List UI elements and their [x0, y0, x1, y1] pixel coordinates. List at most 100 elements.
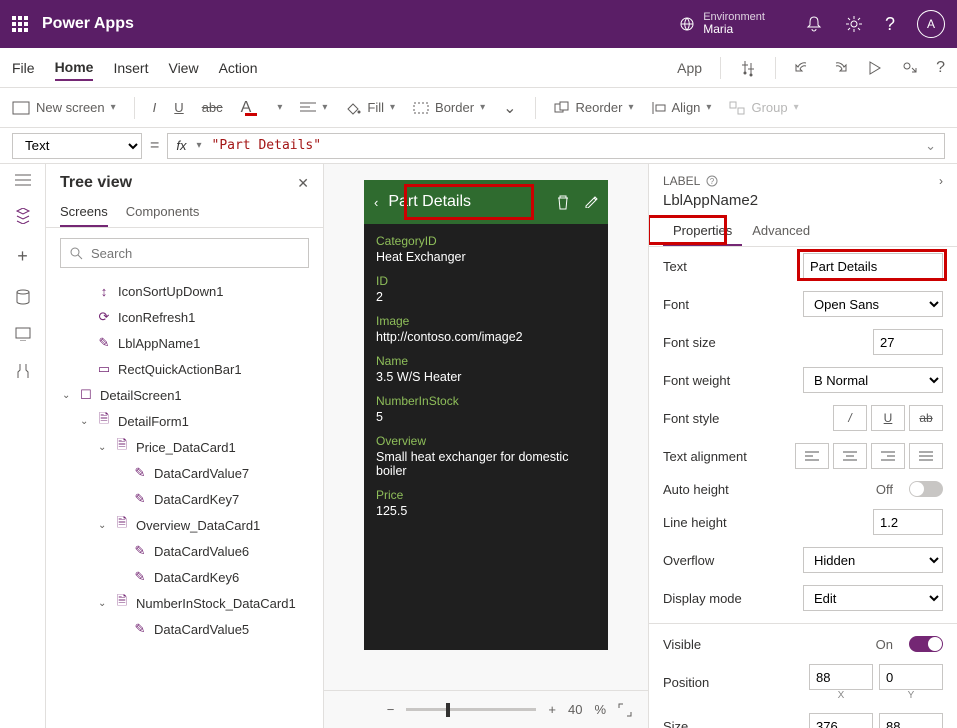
prop-size-h[interactable] [879, 713, 943, 728]
help-icon-2[interactable]: ? [936, 59, 945, 77]
prop-position-y[interactable] [879, 664, 943, 690]
waffle-icon[interactable] [12, 16, 28, 32]
prop-overflow-select[interactable]: Hidden [803, 547, 943, 573]
prop-font-select[interactable]: Open Sans [803, 291, 943, 317]
prop-fontsize-input[interactable] [873, 329, 943, 355]
tree-node[interactable]: ⌄🗎DetailForm1 [52, 408, 317, 434]
search-icon [69, 246, 83, 260]
environment-picker[interactable]: EnvironmentMaria [679, 11, 765, 36]
prop-visible-toggle[interactable] [909, 636, 943, 652]
tree-node[interactable]: ✎DataCardValue5 [52, 616, 317, 642]
control-name: LblAppName2 [649, 192, 957, 217]
prop-lineheight-input[interactable] [873, 509, 943, 535]
tree-node[interactable]: ↕IconSortUpDown1 [52, 278, 317, 304]
tree-node[interactable]: ✎LblAppName1 [52, 330, 317, 356]
bell-icon[interactable] [805, 15, 823, 33]
back-icon[interactable]: ‹ [374, 195, 378, 210]
expand-formula-icon[interactable]: ⌄ [925, 138, 936, 154]
tree-node[interactable]: ✎DataCardValue6 [52, 538, 317, 564]
search-input[interactable] [60, 238, 309, 268]
menu-app[interactable]: App [677, 60, 702, 76]
prop-size-w[interactable] [809, 713, 873, 728]
strike-button[interactable]: abc [202, 100, 223, 115]
prop-fontweight-label: Font weight [663, 373, 793, 388]
field-value: Small heat exchanger for domestic boiler [376, 450, 596, 478]
avatar[interactable]: A [917, 10, 945, 38]
field-key: CategoryID [376, 234, 596, 248]
style-underline[interactable]: U [871, 405, 905, 431]
group-button[interactable]: Group▾ [729, 100, 798, 115]
share-icon[interactable] [900, 59, 918, 77]
fill-button[interactable]: Fill▾ [345, 100, 395, 115]
prop-autoheight-toggle[interactable] [909, 481, 943, 497]
align-center[interactable] [833, 443, 867, 469]
prop-display-select[interactable]: Edit [803, 585, 943, 611]
tree-node[interactable]: ⌄🗎NumberInStock_DataCard1 [52, 590, 317, 616]
tab-screens[interactable]: Screens [60, 198, 108, 227]
underline-button[interactable]: U [174, 100, 183, 115]
prop-text-input[interactable] [803, 253, 943, 279]
tab-properties[interactable]: Properties [663, 217, 742, 246]
play-icon[interactable] [866, 60, 882, 76]
prop-fontweight-select[interactable]: B Normal [803, 367, 943, 393]
preview-phone[interactable]: ‹ Part Details CategoryIDHeat ExchangerI… [364, 180, 608, 650]
prop-position-x[interactable] [809, 664, 873, 690]
app-header: Power Apps EnvironmentMaria ? A [0, 0, 957, 48]
menu-home[interactable]: Home [55, 55, 94, 81]
align-button[interactable]: ▾ [300, 102, 327, 114]
overflow-button[interactable]: ⌄ [503, 98, 516, 118]
align-right[interactable] [871, 443, 905, 469]
fit-icon[interactable] [618, 703, 632, 717]
tab-components[interactable]: Components [126, 198, 200, 227]
align-left[interactable] [795, 443, 829, 469]
gear-icon[interactable] [845, 15, 863, 33]
undo-icon[interactable] [794, 59, 812, 77]
tree-node[interactable]: ▭RectQuickActionBar1 [52, 356, 317, 382]
new-screen-button[interactable]: New screen▾ [12, 100, 116, 115]
style-strike[interactable]: ab [909, 405, 943, 431]
italic-button[interactable]: I [153, 100, 157, 115]
media-icon[interactable] [15, 327, 31, 341]
field-key: Price [376, 488, 596, 502]
menu-action[interactable]: Action [219, 56, 258, 80]
tree-node[interactable]: ⌄🗎Price_DataCard1 [52, 434, 317, 460]
tab-advanced[interactable]: Advanced [742, 217, 820, 246]
align-group-button[interactable]: Align▾ [652, 100, 712, 115]
tree-icon[interactable] [15, 208, 31, 224]
menu-view[interactable]: View [168, 56, 198, 80]
zoom-slider[interactable] [406, 708, 536, 711]
style-italic[interactable]: / [833, 405, 867, 431]
tree-node[interactable]: ⌄🗎Overview_DataCard1 [52, 512, 317, 538]
hamburger-icon[interactable] [15, 174, 31, 186]
info-icon[interactable]: ? [706, 175, 718, 187]
chevron-right-icon[interactable]: › [939, 174, 943, 188]
align-justify[interactable] [909, 443, 943, 469]
field-value: 3.5 W/S Heater [376, 370, 596, 384]
property-selector[interactable]: Text [12, 133, 142, 159]
data-icon[interactable] [16, 289, 30, 305]
tree-node[interactable]: ✎DataCardValue7 [52, 460, 317, 486]
help-icon[interactable]: ? [885, 14, 895, 35]
prop-font-label: Font [663, 297, 793, 312]
add-icon[interactable]: + [17, 246, 28, 267]
close-icon[interactable]: ✕ [297, 175, 309, 192]
tree-node[interactable]: ✎DataCardKey7 [52, 486, 317, 512]
menu-file[interactable]: File [12, 56, 35, 80]
tree-node[interactable]: ✎DataCardKey6 [52, 564, 317, 590]
checker-icon[interactable] [739, 59, 757, 77]
edit-icon[interactable] [584, 194, 598, 208]
tools-icon[interactable] [16, 363, 30, 379]
zoom-out-icon[interactable]: − [387, 702, 395, 717]
menu-insert[interactable]: Insert [113, 56, 148, 80]
border-button[interactable]: Border▾ [413, 100, 485, 115]
zoom-in-icon[interactable]: + [548, 702, 556, 717]
field-key: ID [376, 274, 596, 288]
tree-node[interactable]: ⌄☐DetailScreen1 [52, 382, 317, 408]
redo-icon[interactable] [830, 59, 848, 77]
preview-body: CategoryIDHeat ExchangerID2Imagehttp://c… [364, 224, 608, 538]
font-color-button[interactable]: A▾ [241, 99, 283, 117]
tree-node[interactable]: ⟳IconRefresh1 [52, 304, 317, 330]
reorder-button[interactable]: Reorder▾ [554, 100, 634, 115]
trash-icon[interactable] [556, 194, 570, 210]
formula-input[interactable]: fx▾ "Part Details" ⌄ [167, 133, 945, 159]
